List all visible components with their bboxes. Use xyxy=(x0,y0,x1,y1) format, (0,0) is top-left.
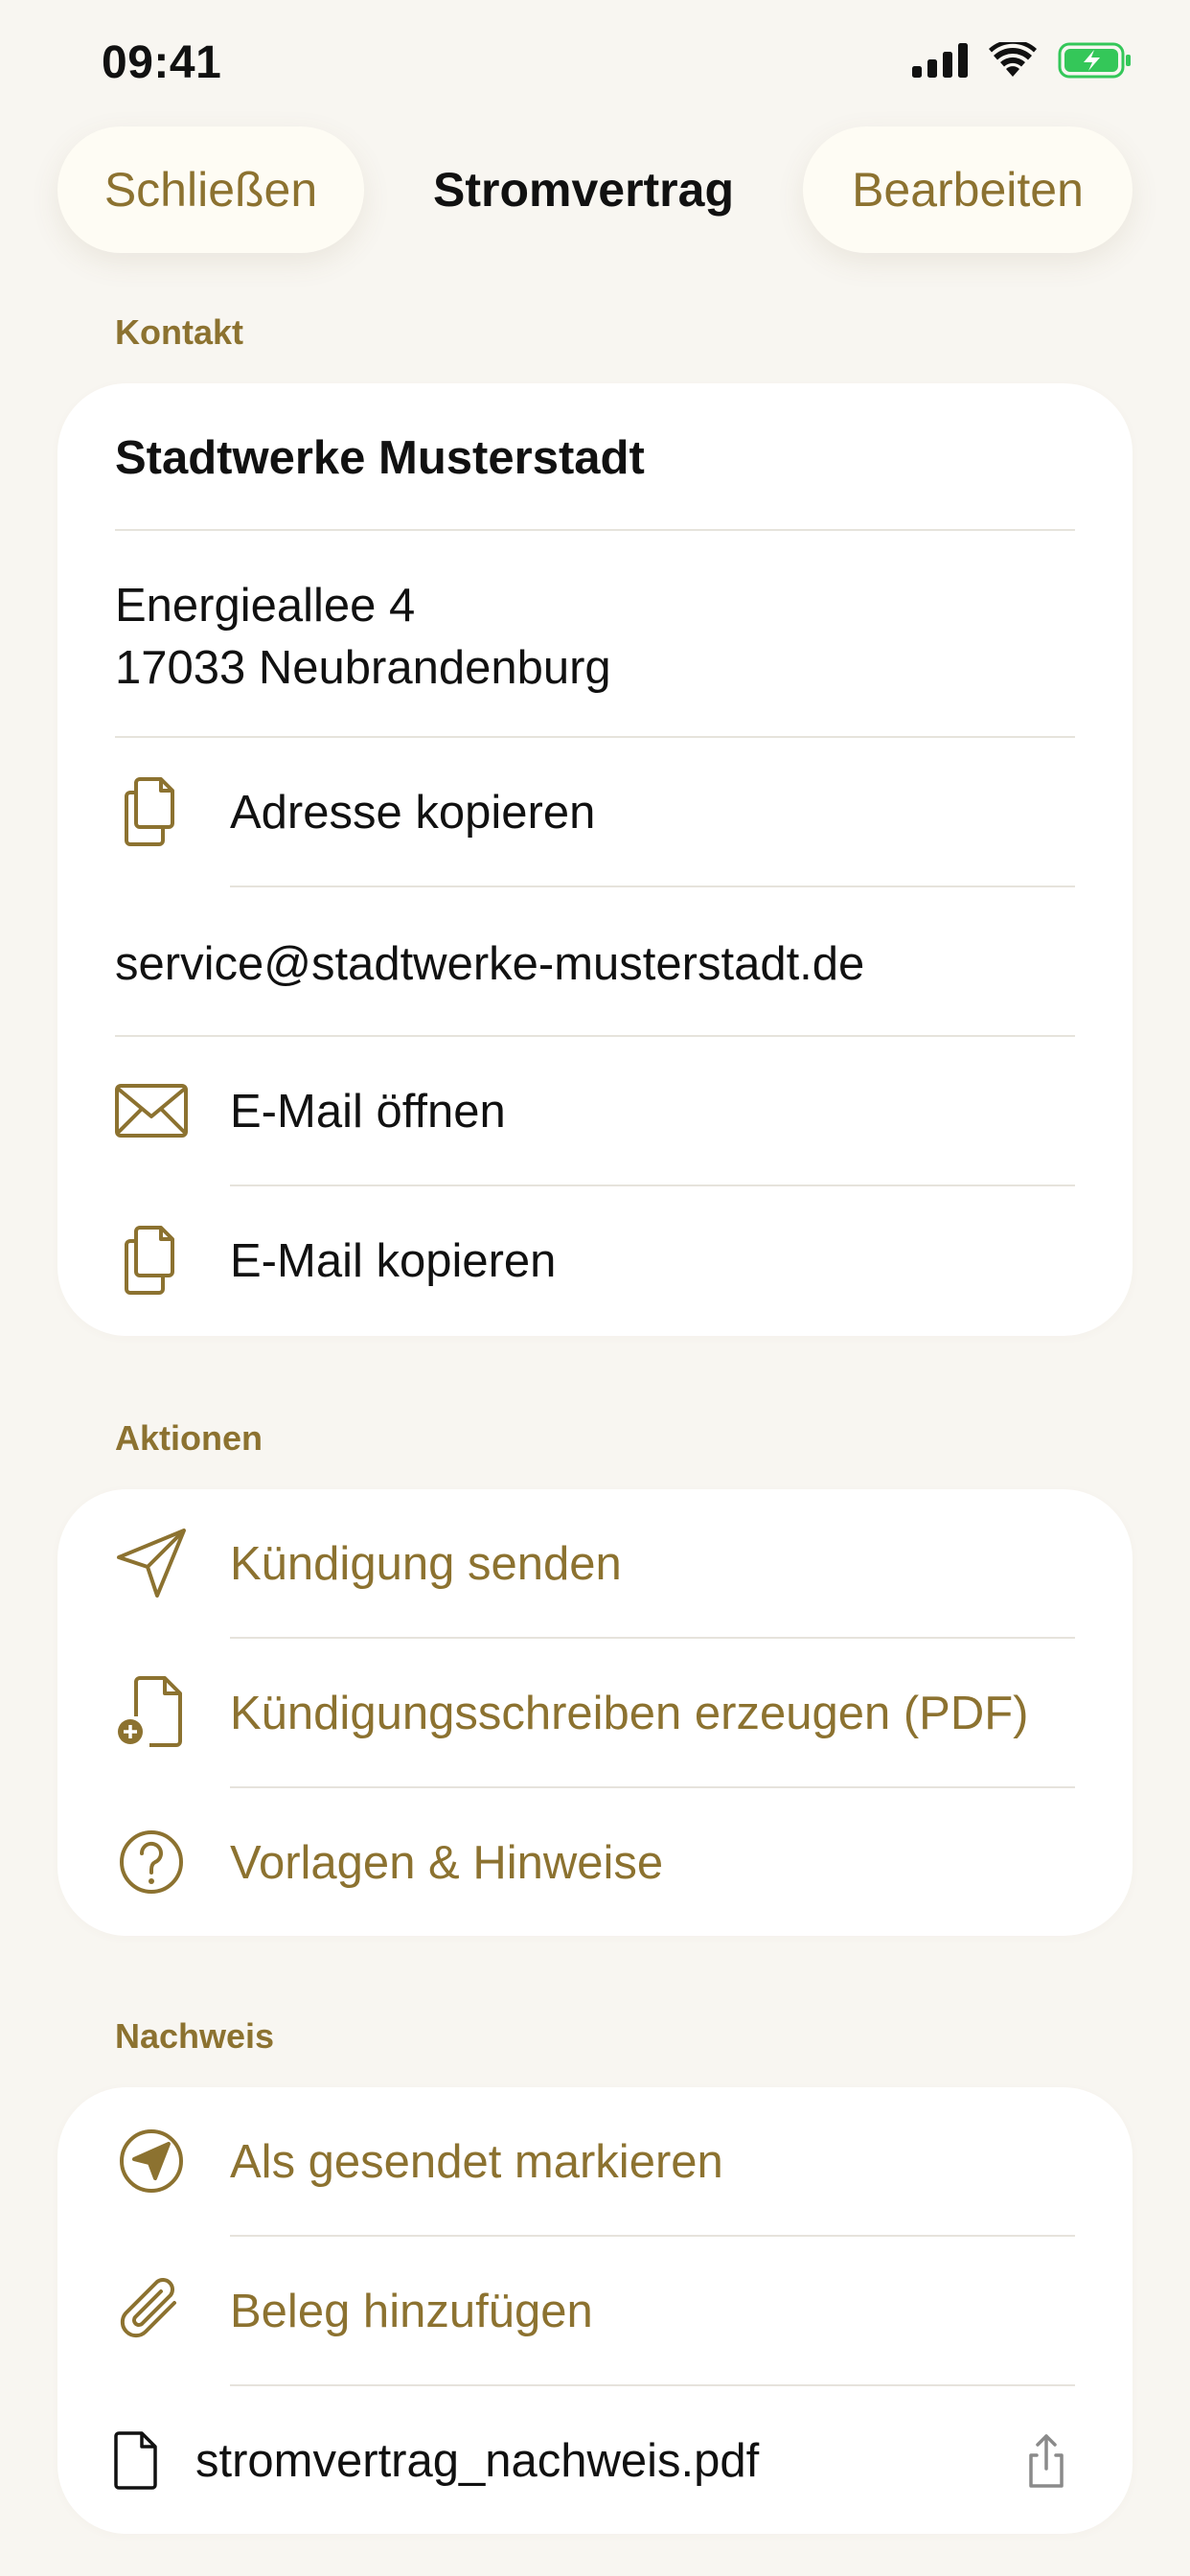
copy-address-label: Adresse kopieren xyxy=(230,787,596,839)
envelope-icon xyxy=(113,1072,190,1149)
mark-sent-row[interactable]: Als gesendet markieren xyxy=(57,2087,1133,2236)
open-email-label: E-Mail öffnen xyxy=(230,1086,506,1138)
copy-email-label: E-Mail kopieren xyxy=(230,1235,557,1287)
divider xyxy=(115,529,1075,531)
page-title: Stromvertrag xyxy=(433,163,734,217)
send-cancellation-label: Kündigung senden xyxy=(230,1538,622,1590)
address-line-1: Energieallee 4 xyxy=(115,580,416,632)
document-icon xyxy=(105,2429,167,2491)
address-line-2: 17033 Neubrandenburg xyxy=(115,642,611,694)
templates-label: Vorlagen & Hinweise xyxy=(230,1837,664,1889)
paperclip-icon xyxy=(113,2272,190,2349)
copy-email-row[interactable]: E-Mail kopieren xyxy=(57,1186,1133,1335)
edit-button[interactable]: Bearbeiten xyxy=(803,126,1133,253)
attachment-row[interactable]: stromvertrag_nachweis.pdf xyxy=(57,2386,1133,2535)
paper-plane-circle-icon xyxy=(113,2123,190,2199)
close-button[interactable]: Schließen xyxy=(57,126,364,253)
add-receipt-label: Beleg hinzufügen xyxy=(230,2286,593,2337)
status-icons xyxy=(912,42,1133,79)
contact-email[interactable]: service@stadtwerke-musterstadt.de xyxy=(115,937,864,991)
wifi-icon xyxy=(989,42,1037,77)
battery-charging-icon xyxy=(1058,42,1131,79)
attachment-file-name: stromvertrag_nachweis.pdf xyxy=(195,2435,760,2487)
status-time: 09:41 xyxy=(102,37,222,88)
send-cancellation-row[interactable]: Kündigung senden xyxy=(57,1489,1133,1638)
generate-pdf-label: Kündigungsschreiben erzeugen (PDF) xyxy=(230,1688,1029,1739)
question-circle-icon xyxy=(113,1824,190,1900)
contact-address[interactable]: Energieallee 4 17033 Neubrandenburg xyxy=(115,575,611,700)
mark-sent-label: Als gesendet markieren xyxy=(230,2136,723,2188)
actions-card: Kündigung senden Kündigungsschreiben erz… xyxy=(57,1489,1133,1936)
copy-address-row[interactable]: Adresse kopieren xyxy=(57,738,1133,886)
paper-plane-icon xyxy=(113,1525,190,1601)
proof-card: Als gesendet markieren Beleg hinzufügen … xyxy=(57,2087,1133,2534)
contact-name: Stadtwerke Musterstadt xyxy=(115,432,645,484)
section-label-contact: Kontakt xyxy=(115,312,243,352)
templates-row[interactable]: Vorlagen & Hinweise xyxy=(57,1788,1133,1937)
copy-icon xyxy=(113,773,190,850)
generate-pdf-row[interactable]: Kündigungsschreiben erzeugen (PDF) xyxy=(57,1639,1133,1787)
signal-icon xyxy=(912,43,968,78)
divider xyxy=(230,886,1075,887)
document-add-icon xyxy=(113,1674,190,1751)
copy-icon xyxy=(113,1222,190,1299)
contact-card: Stadtwerke Musterstadt Energieallee 4 17… xyxy=(57,383,1133,1336)
add-receipt-row[interactable]: Beleg hinzufügen xyxy=(57,2237,1133,2385)
section-label-actions: Aktionen xyxy=(115,1418,263,1458)
section-label-proof: Nachweis xyxy=(115,2016,275,2056)
share-icon[interactable] xyxy=(1018,2432,1075,2490)
open-email-row[interactable]: E-Mail öffnen xyxy=(57,1037,1133,1185)
